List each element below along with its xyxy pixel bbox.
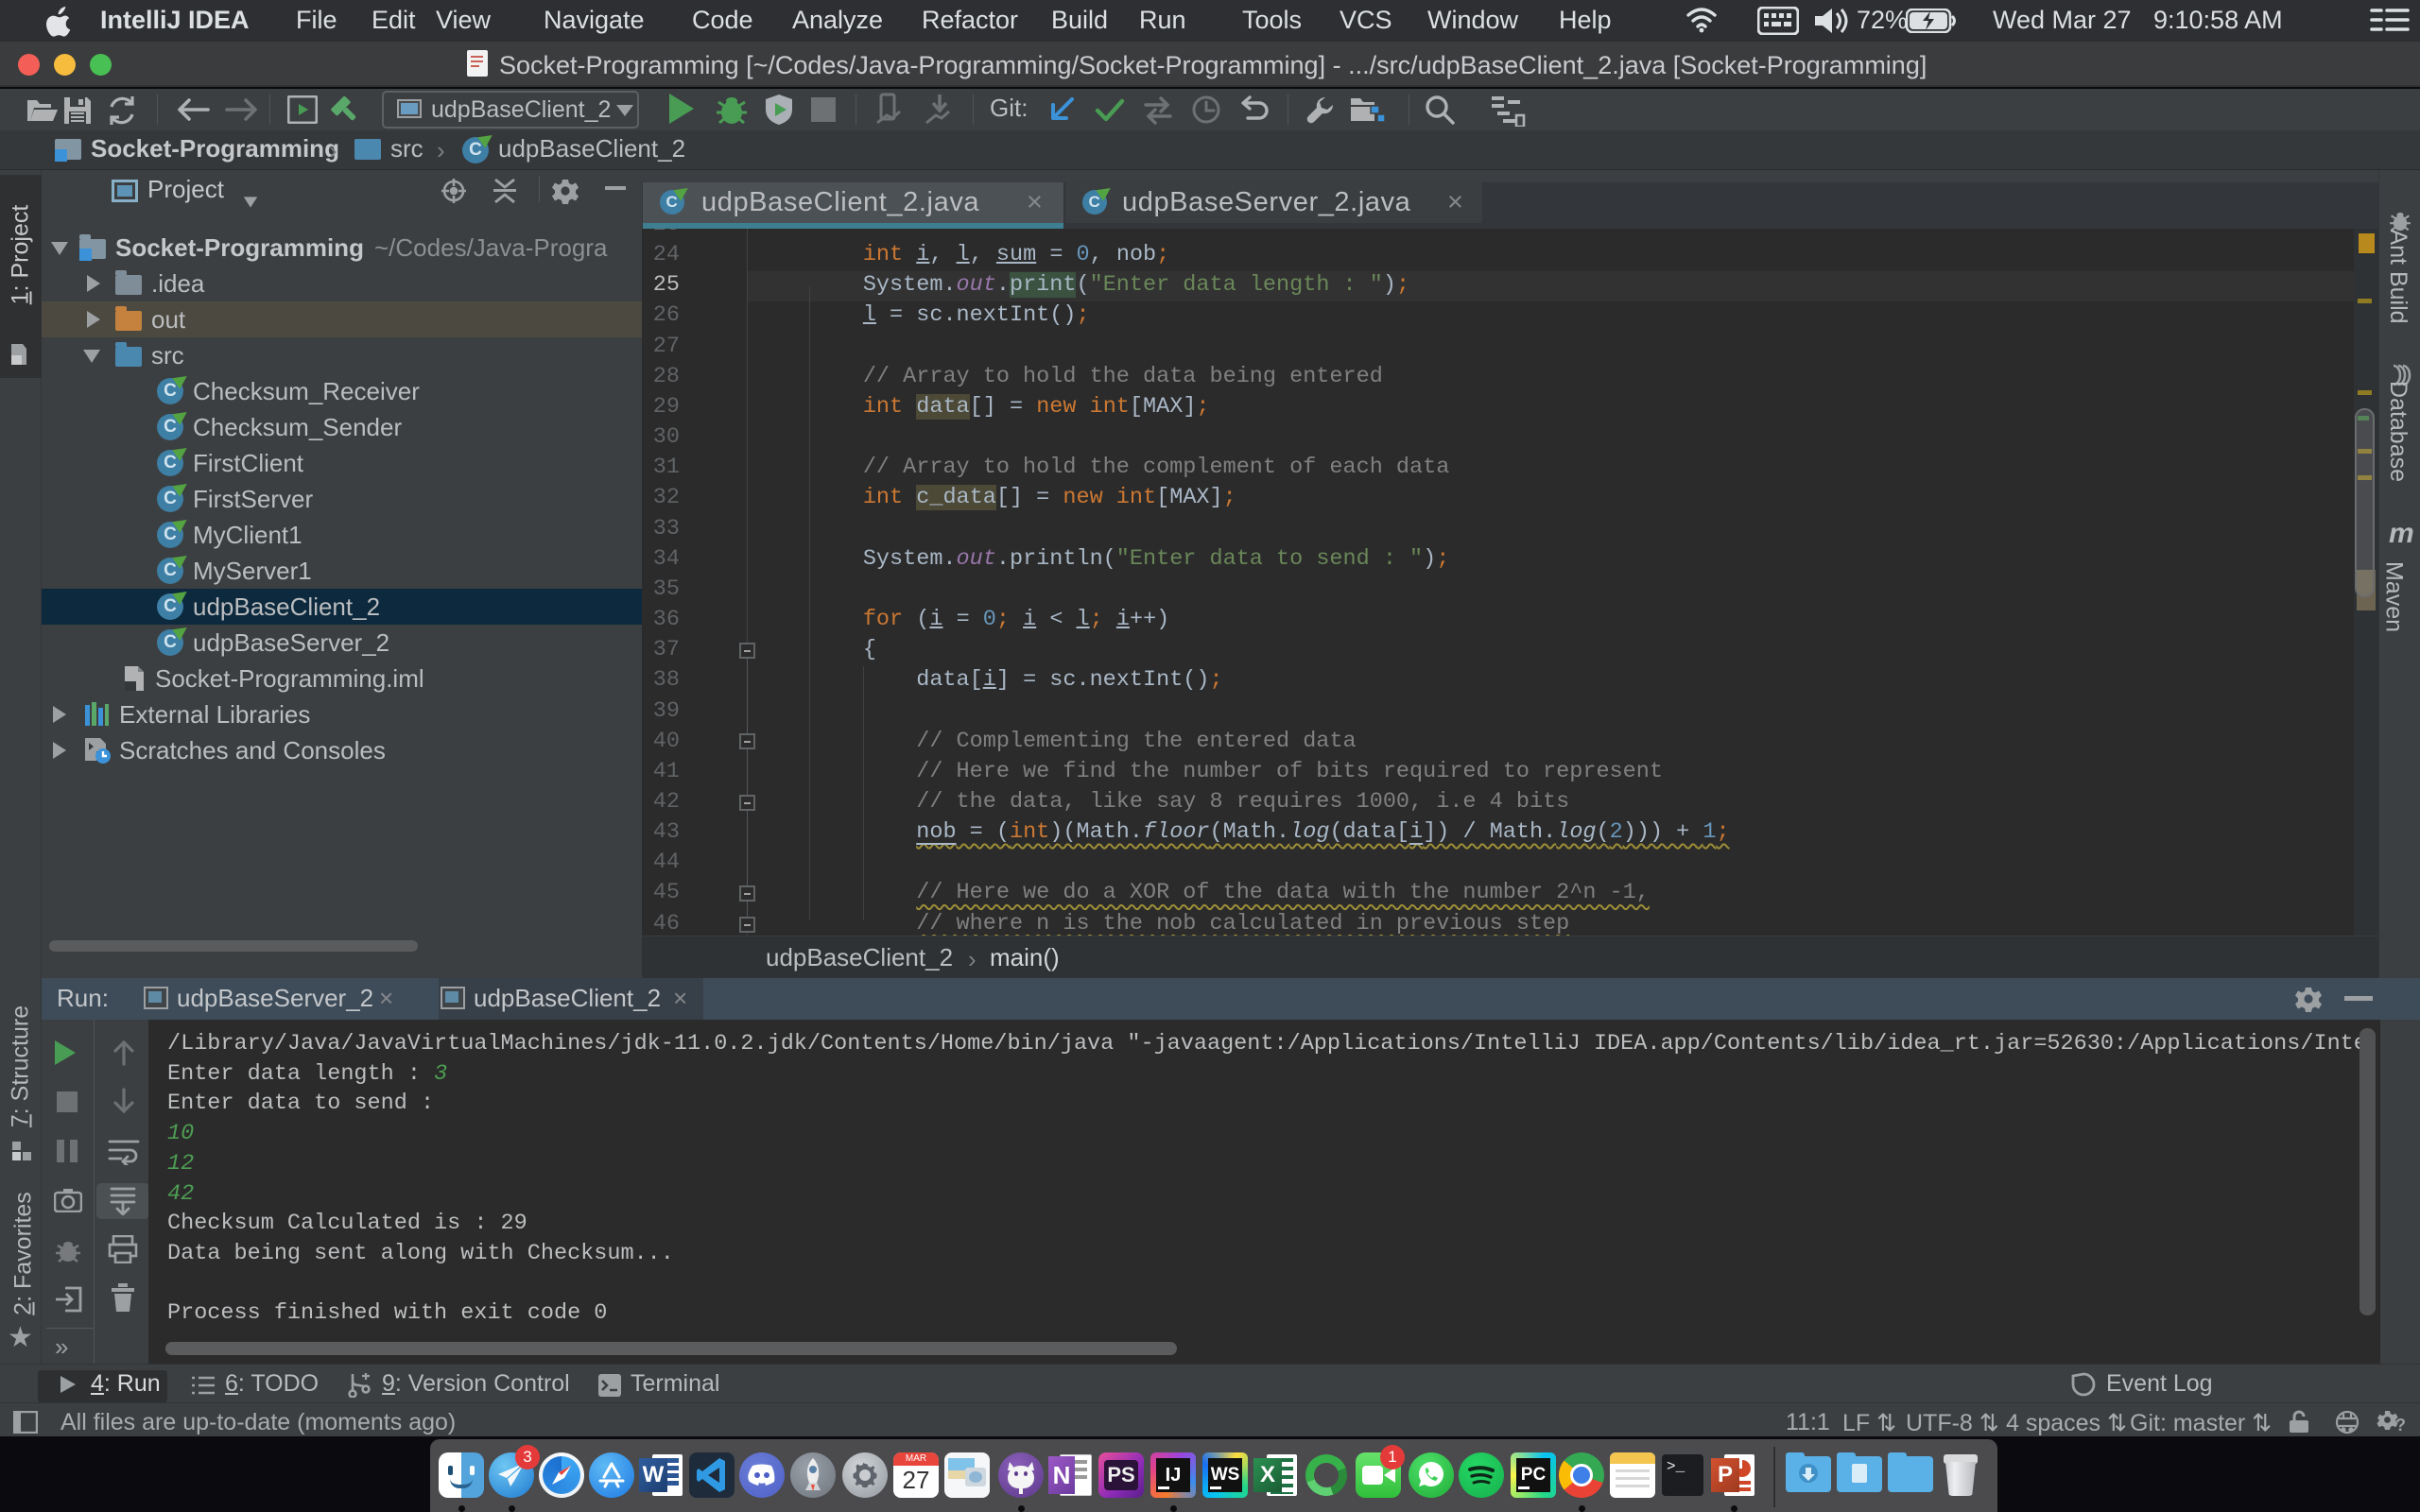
svg-text:?: ? — [2395, 1416, 2405, 1435]
